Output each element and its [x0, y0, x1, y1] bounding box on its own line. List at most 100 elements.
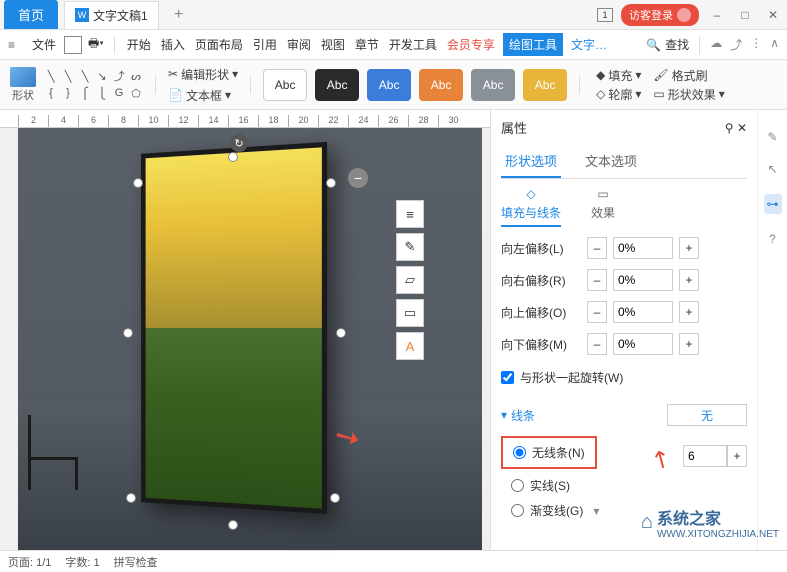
canvas-area[interactable]: 24681012141618202224262830 ↻ − [0, 110, 490, 550]
side-help-icon[interactable]: ? [769, 232, 776, 246]
tab-document[interactable]: W 文字文稿1 [64, 1, 159, 29]
offset-down-input[interactable] [613, 333, 673, 355]
float-tool-text[interactable]: A [396, 332, 424, 360]
panel-title: 属性 [501, 118, 527, 137]
offset-up-minus[interactable]: – [587, 301, 607, 323]
offset-right-plus[interactable]: + [679, 269, 699, 291]
tab-text-options[interactable]: 文本选项 [581, 145, 641, 178]
outline-button[interactable]: ◇ 轮廓▾ [596, 86, 641, 103]
search-icon[interactable]: 🔍 [646, 38, 661, 52]
offset-right-minus[interactable]: – [587, 269, 607, 291]
line-none-select[interactable]: 无 [667, 404, 747, 426]
expand-icon[interactable]: ∧ [770, 36, 779, 53]
rotate-check-label: 与形状一起旋转(W) [520, 369, 623, 386]
shape-effect[interactable]: ▭ 形状效果▾ [653, 86, 724, 103]
zoom-out-handle[interactable]: − [348, 168, 368, 188]
menu-review[interactable]: 审阅 [285, 33, 313, 56]
format-brush[interactable]: 🖌 格式刷 [653, 67, 724, 84]
close-button[interactable]: ✕ [763, 5, 783, 25]
offset-right-label: 向右偏移(R) [501, 272, 581, 289]
style-orange[interactable]: Abc [419, 69, 463, 101]
menu-member[interactable]: 会员专享 [445, 33, 497, 56]
menu-chapter[interactable]: 章节 [353, 33, 381, 56]
radio-solid-line[interactable] [511, 479, 524, 492]
style-gray[interactable]: Abc [471, 69, 515, 101]
subtab-effect[interactable]: ▭效果 [591, 187, 615, 227]
menu-view[interactable]: 视图 [319, 33, 347, 56]
line-section-title: 线条 [511, 407, 535, 424]
menu-file[interactable]: 文件 [30, 33, 58, 56]
selected-picture[interactable] [141, 142, 327, 514]
minimize-button[interactable]: – [707, 5, 727, 25]
avatar-icon [677, 8, 691, 22]
float-tool-shape[interactable]: ▱ [396, 266, 424, 294]
menu-drawtools[interactable]: 绘图工具 [503, 33, 563, 56]
side-pointer-icon[interactable]: ↖ [767, 162, 777, 176]
menu-text[interactable]: 文字… [569, 33, 609, 56]
offset-left-input[interactable] [613, 237, 673, 259]
menu-insert[interactable]: 插入 [159, 33, 187, 56]
offset-left-minus[interactable]: – [587, 237, 607, 259]
menu-layout[interactable]: 页面布局 [193, 33, 245, 56]
radio-gradient-line[interactable] [511, 504, 524, 517]
extra-plus[interactable]: + [727, 445, 747, 467]
extra-input[interactable] [683, 445, 727, 467]
ruler-horizontal: 24681012141618202224262830 [0, 110, 490, 128]
watermark: ⌂ 系统之家 WWW.XITONGZHIJIA.NET [641, 505, 779, 540]
status-page: 页面: 1/1 [8, 554, 51, 570]
collapse-icon[interactable]: ▾ [501, 408, 507, 422]
hamburger-icon[interactable]: ≡ [8, 38, 24, 52]
status-words: 字数: 1 [65, 554, 99, 570]
float-tool-rect[interactable]: ▭ [396, 299, 424, 327]
doc-icon: W [75, 8, 89, 22]
fill-button[interactable]: ◆ 填充▾ [596, 67, 641, 84]
style-black[interactable]: Abc [315, 69, 359, 101]
tab-home[interactable]: 首页 [4, 0, 58, 29]
radio-no-line[interactable] [513, 446, 526, 459]
style-white[interactable]: Abc [263, 69, 307, 101]
offset-right-input[interactable] [613, 269, 673, 291]
offset-up-input[interactable] [613, 301, 673, 323]
menu-start[interactable]: 开始 [125, 33, 153, 56]
save-icon[interactable] [64, 36, 82, 54]
radio-solid-label: 实线(S) [530, 477, 570, 494]
side-settings-icon[interactable]: ⊶ [764, 194, 782, 214]
offset-up-label: 向上偏移(O) [501, 304, 581, 321]
doc-title: 文字文稿1 [93, 7, 148, 24]
edit-shape-button[interactable]: ✂ 编辑形状 ▾ [168, 66, 238, 83]
tab-shape-options[interactable]: 形状选项 [501, 145, 561, 178]
textbox-button[interactable]: 📄 文本框 ▾ [168, 87, 238, 104]
panel-close-icon[interactable]: ✕ [737, 121, 747, 135]
radio-no-line-highlighted[interactable]: 无线条(N) [501, 436, 597, 469]
cloud-icon[interactable]: ☁ [710, 36, 722, 53]
menu-ref[interactable]: 引用 [251, 33, 279, 56]
print-icon[interactable]: 🖶▾ [88, 34, 104, 55]
offset-left-label: 向左偏移(L) [501, 240, 581, 257]
tab-add[interactable]: + [167, 3, 191, 27]
offset-down-plus[interactable]: + [679, 333, 699, 355]
style-blue[interactable]: Abc [367, 69, 411, 101]
style-gold[interactable]: Abc [523, 69, 567, 101]
annotation-arrow-2: ↖ [645, 442, 677, 477]
line-presets[interactable]: ╲╲╲↘⤴ᔕ {}⎧⎩G⬠ [44, 69, 143, 100]
rotate-checkbox[interactable] [501, 371, 514, 384]
offset-down-minus[interactable]: – [587, 333, 607, 355]
menu-dev[interactable]: 开发工具 [387, 33, 439, 56]
rotate-handle[interactable]: ↻ [230, 134, 248, 152]
chair-graphic [28, 410, 88, 490]
login-button[interactable]: 访客登录 [621, 4, 699, 26]
window-indicator[interactable]: 1 [597, 8, 613, 22]
subtab-fill-line[interactable]: ◇填充与线条 [501, 187, 561, 227]
float-tool-edit[interactable]: ✎ [396, 233, 424, 261]
shapes-menu[interactable]: 形状 [10, 67, 36, 103]
offset-left-plus[interactable]: + [679, 237, 699, 259]
share-icon[interactable]: ⤴ [730, 36, 742, 53]
pin-icon[interactable]: ⚲ [725, 121, 734, 135]
search-label[interactable]: 查找 [665, 36, 689, 53]
more-icon[interactable]: ⋮ [750, 36, 762, 53]
status-spell[interactable]: 拼写检查 [114, 554, 158, 570]
offset-up-plus[interactable]: + [679, 301, 699, 323]
maximize-button[interactable]: □ [735, 5, 755, 25]
float-tool-layout[interactable]: ≡ [396, 200, 424, 228]
side-pen-icon[interactable]: ✎ [767, 130, 777, 144]
